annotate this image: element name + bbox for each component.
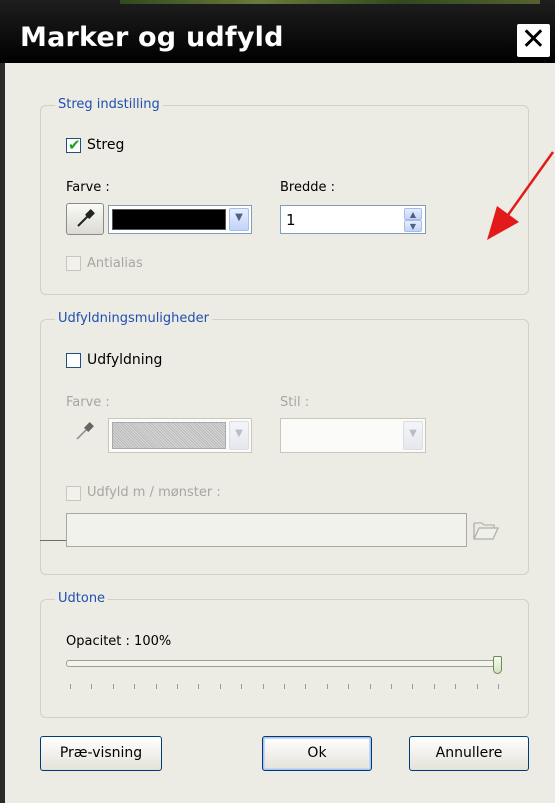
chevron-down-icon: ▼	[235, 428, 243, 439]
folder-open-icon	[473, 522, 500, 540]
slider-tick	[476, 684, 478, 689]
slider-tick	[177, 684, 178, 689]
stroke-checkbox[interactable]: ✔	[66, 136, 81, 154]
opacity-slider[interactable]	[66, 656, 504, 694]
ok-button[interactable]: Ok	[262, 736, 372, 771]
title-bar[interactable]: Marker og udfyld ✕	[0, 0, 555, 63]
fill-checkbox-label[interactable]: Udfyldning	[87, 352, 162, 368]
spinner-up-button[interactable]: ▲	[404, 208, 422, 220]
fill-color-dropdown-button[interactable]: ▼	[229, 421, 249, 450]
stroke-color-dropdown-button[interactable]: ▼	[229, 208, 249, 231]
stroke-checkbox-label[interactable]: Streg	[87, 137, 124, 153]
slider-tick	[134, 684, 136, 689]
fill-style-dropdown-button[interactable]: ▼	[403, 421, 423, 450]
slider-tick	[305, 684, 307, 689]
opacity-slider-thumb[interactable]	[493, 656, 502, 674]
opacity-slider-track	[66, 660, 502, 667]
spinner-down-button[interactable]: ▼	[404, 220, 422, 232]
preview-button[interactable]: Præ-visning	[40, 736, 162, 771]
fill-pattern-checkbox[interactable]	[66, 486, 81, 501]
slider-tick	[326, 684, 328, 689]
fill-pattern-label[interactable]: Udfyld m / mønster :	[87, 485, 221, 500]
fill-style-combo[interactable]: ▼	[280, 418, 426, 453]
eyedropper-icon	[76, 422, 94, 440]
antialias-label[interactable]: Antialias	[87, 256, 143, 271]
annotation-arrow	[487, 151, 555, 240]
slider-tick	[155, 684, 157, 689]
stroke-color-label: Farve :	[66, 180, 110, 195]
stroke-color-swatch	[112, 209, 226, 230]
browse-pattern-button[interactable]	[471, 515, 501, 543]
slider-tick	[369, 684, 371, 689]
stroke-eyedropper-button[interactable]	[66, 203, 104, 235]
fill-color-combo[interactable]: ▼	[108, 418, 252, 453]
close-icon: ✕	[520, 22, 547, 57]
slider-tick	[391, 684, 392, 689]
check-icon: ✔	[68, 136, 81, 154]
fill-eyedropper-button[interactable]	[66, 417, 104, 449]
slider-tick	[91, 684, 93, 689]
stroke-settings-legend: Streg indstilling	[55, 97, 163, 112]
dialog-window: Marker og udfyld ✕ Streg indstilling ✔ S…	[0, 0, 555, 803]
dialog-title: Marker og udfyld	[20, 22, 284, 53]
slider-tick	[498, 684, 499, 689]
stroke-width-value[interactable]: 1	[286, 211, 296, 229]
slider-tick	[198, 684, 200, 689]
chevron-down-icon: ▼	[235, 212, 243, 223]
fill-options-legend: Udfyldningsmuligheder	[55, 311, 212, 326]
tone-legend: Udtone	[55, 591, 109, 606]
slider-tick	[348, 684, 350, 689]
arrow-down-icon: ▼	[409, 222, 417, 231]
opacity-slider-ticks	[66, 684, 504, 690]
slider-tick	[219, 684, 221, 689]
slider-tick	[70, 684, 71, 689]
eyedropper-icon	[77, 209, 95, 227]
fill-color-swatch	[112, 422, 226, 449]
close-button[interactable]: ✕	[517, 22, 550, 57]
background-strip	[120, 0, 540, 4]
opacity-label: Opacitet : 100%	[66, 634, 172, 649]
slider-tick	[412, 684, 414, 689]
stroke-width-spinner[interactable]: 1 ▲ ▼	[280, 205, 426, 234]
stroke-width-label: Bredde :	[280, 180, 335, 195]
arrow-up-icon: ▲	[409, 210, 417, 219]
slider-tick	[262, 684, 264, 689]
slider-tick	[455, 684, 457, 689]
fill-color-label: Farve :	[66, 395, 110, 410]
slider-tick	[112, 684, 114, 689]
fill-checkbox[interactable]	[66, 353, 81, 368]
pattern-connector-line	[40, 540, 66, 541]
pattern-path-field[interactable]	[66, 513, 467, 547]
antialias-checkbox[interactable]	[66, 256, 81, 271]
slider-tick	[433, 684, 435, 689]
chevron-down-icon: ▼	[409, 428, 417, 439]
slider-tick	[241, 684, 243, 689]
window-left-border	[0, 0, 5, 803]
slider-tick	[284, 684, 285, 689]
stroke-color-combo[interactable]: ▼	[108, 205, 252, 234]
cancel-button[interactable]: Annullere	[409, 736, 529, 771]
fill-style-label: Stil :	[280, 395, 310, 410]
